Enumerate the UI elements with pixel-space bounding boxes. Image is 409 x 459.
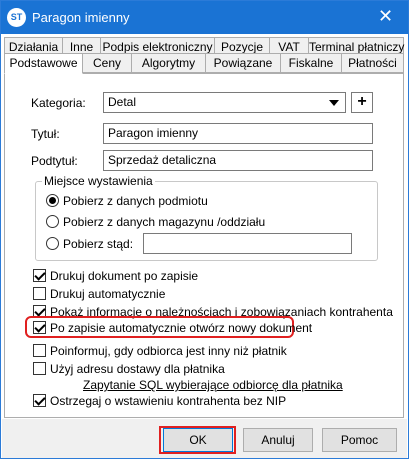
tab-platnosci[interactable]: Płatności	[341, 53, 404, 73]
radio-label: Pobierz stąd:	[63, 237, 134, 251]
radio-label: Pobierz z danych podmiotu	[63, 194, 208, 208]
miejsce-wystawienia-group: Miejsce wystawienia Pobierz z danych pod…	[35, 174, 378, 261]
kategoria-value: Detal	[108, 95, 137, 109]
tab-podstawowe[interactable]: Podstawowe	[4, 53, 83, 74]
radio-button[interactable]	[46, 215, 59, 228]
podtytul-input[interactable]: Sprzedaż detaliczna	[103, 150, 373, 171]
tab-algorytmy[interactable]: Algorytmy	[131, 53, 206, 73]
cancel-button[interactable]: Anuluj	[243, 428, 313, 452]
checkbox[interactable]	[33, 269, 46, 282]
tytul-label: Tytuł:	[31, 127, 60, 141]
podtytul-label: Podtytuł:	[31, 154, 78, 168]
tab-ceny[interactable]: Ceny	[82, 53, 132, 73]
checkbox[interactable]	[33, 394, 46, 407]
add-kategoria-button[interactable]: +	[351, 92, 373, 113]
checkbox-label: Drukuj dokument po zapisie	[50, 269, 199, 283]
window-title: Paragon imienny	[32, 10, 130, 25]
title-bar: ST Paragon imienny ✕	[1, 1, 408, 34]
tab-powiazane[interactable]: Powiązane	[205, 53, 281, 73]
checkbox-label: Drukuj automatycznie	[50, 287, 166, 301]
stad-input[interactable]	[143, 233, 352, 254]
checkbox-label: Ostrzegaj o wstawieniu kontrahenta bez N…	[50, 394, 287, 408]
checkbox[interactable]	[33, 287, 46, 300]
sql-query-link[interactable]: Zapytanie SQL wybierające odbiorcę dla p…	[83, 378, 343, 392]
checkbox[interactable]	[33, 344, 46, 357]
kategoria-select[interactable]: Detal	[103, 92, 346, 113]
dialog-window: ST Paragon imienny ✕ Działania Inne Podp…	[0, 0, 409, 459]
tytul-input[interactable]: Paragon imienny	[103, 123, 373, 144]
checkbox-label: Użyj adresu dostawy dla płatnika	[50, 362, 225, 376]
help-button[interactable]: Pomoc	[322, 428, 397, 452]
checkbox-label: Poinformuj, gdy odbiorca jest inny niż p…	[50, 344, 287, 358]
tab-row-bottom: Podstawowe Ceny Algorytmy Powiązane Fisk…	[4, 53, 404, 74]
kategoria-label: Kategoria:	[31, 96, 86, 110]
close-icon[interactable]: ✕	[363, 1, 408, 34]
chevron-down-icon	[329, 100, 339, 106]
app-icon: ST	[7, 8, 26, 27]
ok-button[interactable]: OK	[163, 428, 233, 452]
dialog-footer: OK Anuluj Pomoc	[2, 419, 407, 458]
tab-fiskalne[interactable]: Fiskalne	[280, 53, 342, 73]
miejsce-wystawienia-legend: Miejsce wystawienia	[42, 174, 155, 188]
radio-button[interactable]	[46, 194, 59, 207]
checkbox[interactable]	[33, 321, 46, 334]
tab-panel-podstawowe: Kategoria: Detal + Tytuł: Paragon imienn…	[4, 73, 404, 418]
checkbox-label: Po zapisie automatycznie otwórz nowy dok…	[50, 321, 313, 335]
checkbox[interactable]	[33, 362, 46, 375]
radio-button[interactable]	[46, 237, 59, 250]
radio-label: Pobierz z danych magazynu /oddziału	[63, 215, 266, 229]
